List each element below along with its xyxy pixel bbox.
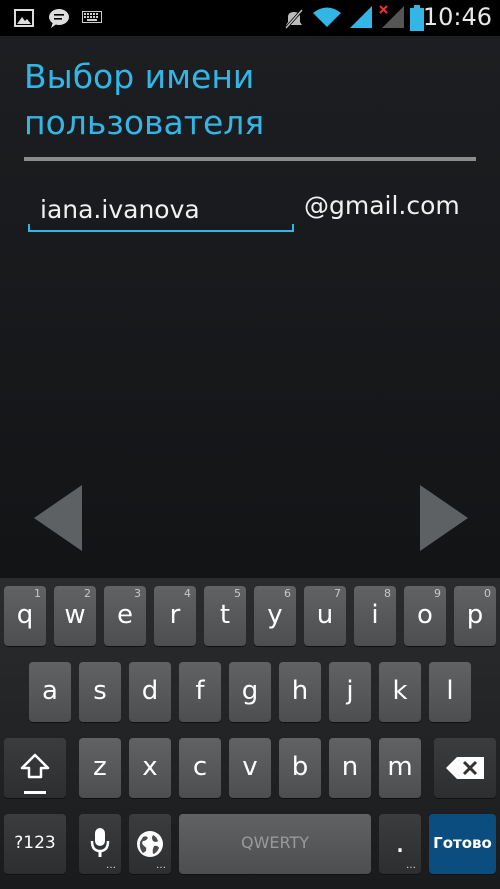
key-b[interactable]: b [279,738,321,798]
key-label: u [316,600,334,630]
microphone-icon [90,828,110,857]
key-c[interactable]: c [179,738,221,798]
key-label: p [466,600,484,630]
key-label: w [64,600,86,630]
key-r[interactable]: r4 [154,586,196,646]
key-u[interactable]: u7 [304,586,346,646]
key-label: r [169,600,181,630]
key-hint: 4 [184,587,191,600]
done-key[interactable]: Готово [429,814,496,874]
on-screen-keyboard: q1 w2 e3 r4 t5 y6 u7 i8 o9 p0 a s d f g … [0,578,500,889]
shift-icon [20,753,50,779]
key-y[interactable]: y6 [254,586,296,646]
key-w[interactable]: w2 [54,586,96,646]
username-input[interactable] [28,188,294,230]
mute-icon [284,9,304,29]
key-i[interactable]: i8 [354,586,396,646]
chat-icon [49,9,69,28]
key-hint: 0 [484,587,491,600]
key-label: i [371,600,379,630]
key-h[interactable]: h [279,662,321,722]
key-q[interactable]: q1 [4,586,46,646]
key-d[interactable]: d [129,662,171,722]
key-o[interactable]: o9 [404,586,446,646]
backspace-key[interactable] [434,738,496,798]
key-hint: 2 [84,587,91,600]
signal-icon [350,6,372,28]
key-label: q [16,600,34,630]
gallery-icon [14,9,34,27]
clock: 10:46 [422,3,492,31]
globe-icon [137,831,163,857]
key-k[interactable]: k [379,662,421,722]
key-t[interactable]: t5 [204,586,246,646]
symbols-key[interactable]: ?123 [4,814,66,874]
wifi-icon [313,7,341,27]
title-divider [24,157,476,161]
input-underline-tick-left [28,224,30,232]
space-key[interactable]: QWERTY [179,814,371,874]
shift-indicator [24,791,46,794]
email-domain-label: @gmail.com [304,191,460,220]
key-p[interactable]: p0 [454,586,496,646]
username-field[interactable] [28,188,294,234]
key-n[interactable]: n [329,738,371,798]
key-label: e [117,600,133,630]
no-signal-icon [379,5,404,28]
back-arrow-icon[interactable] [32,483,84,553]
key-hint: 5 [234,587,241,600]
backspace-icon [446,757,484,779]
key-label: t [219,600,231,630]
key-hint: 8 [384,587,391,600]
more-options-dots: … [106,860,116,871]
key-v[interactable]: v [229,738,271,798]
input-underline-tick-right [292,224,294,232]
key-s[interactable]: s [79,662,121,722]
username-screen: Выбор имени пользователя @gmail.com [0,36,500,578]
key-e[interactable]: e3 [104,586,146,646]
key-j[interactable]: j [329,662,371,722]
page-title: Выбор имени пользователя [24,57,265,142]
language-key[interactable]: … [129,814,171,874]
key-a[interactable]: a [29,662,71,722]
key-hint: 3 [134,587,141,600]
key-label: y [267,600,283,630]
input-underline [28,230,294,232]
period-key[interactable]: . … [379,814,421,874]
keyboard-icon [82,11,102,23]
key-hint: 9 [434,587,441,600]
key-l[interactable]: l [429,662,471,722]
status-bar: 10:46 [0,0,500,36]
key-label: o [417,600,433,630]
next-arrow-icon[interactable] [418,483,470,553]
key-x[interactable]: x [129,738,171,798]
key-z[interactable]: z [79,738,121,798]
key-f[interactable]: f [179,662,221,722]
voice-input-key[interactable]: … [79,814,121,874]
key-label: . [395,825,405,860]
more-options-dots: … [156,860,166,871]
key-hint: 1 [34,587,41,600]
shift-key[interactable] [4,738,66,798]
key-m[interactable]: m [379,738,421,798]
key-hint: 6 [284,587,291,600]
key-hint: 7 [334,587,341,600]
more-options-dots: … [406,860,416,871]
key-g[interactable]: g [229,662,271,722]
